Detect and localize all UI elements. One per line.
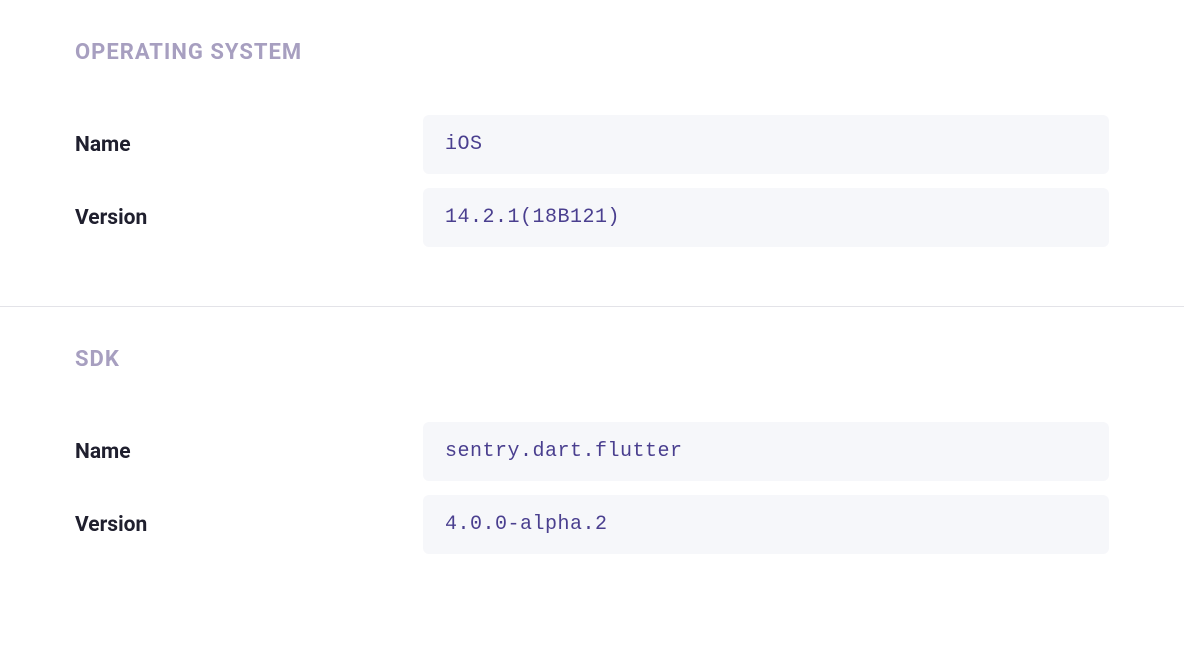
row-os-version: Version 14.2.1(18B121) xyxy=(75,188,1109,247)
section-title-sdk: SDK xyxy=(75,347,1109,372)
value-sdk-version: 4.0.0-alpha.2 xyxy=(423,495,1109,554)
value-os-version: 14.2.1(18B121) xyxy=(423,188,1109,247)
row-os-name: Name iOS xyxy=(75,115,1109,174)
row-sdk-version: Version 4.0.0-alpha.2 xyxy=(75,495,1109,554)
section-operating-system: OPERATING SYSTEM Name iOS Version 14.2.1… xyxy=(0,0,1184,306)
label-os-version: Version xyxy=(75,206,423,230)
row-sdk-name: Name sentry.dart.flutter xyxy=(75,422,1109,481)
value-os-name: iOS xyxy=(423,115,1109,174)
section-title-os: OPERATING SYSTEM xyxy=(75,40,1109,65)
label-sdk-name: Name xyxy=(75,440,423,464)
section-sdk: SDK Name sentry.dart.flutter Version 4.0… xyxy=(0,307,1184,613)
value-sdk-name: sentry.dart.flutter xyxy=(423,422,1109,481)
label-sdk-version: Version xyxy=(75,513,423,537)
label-os-name: Name xyxy=(75,133,423,157)
